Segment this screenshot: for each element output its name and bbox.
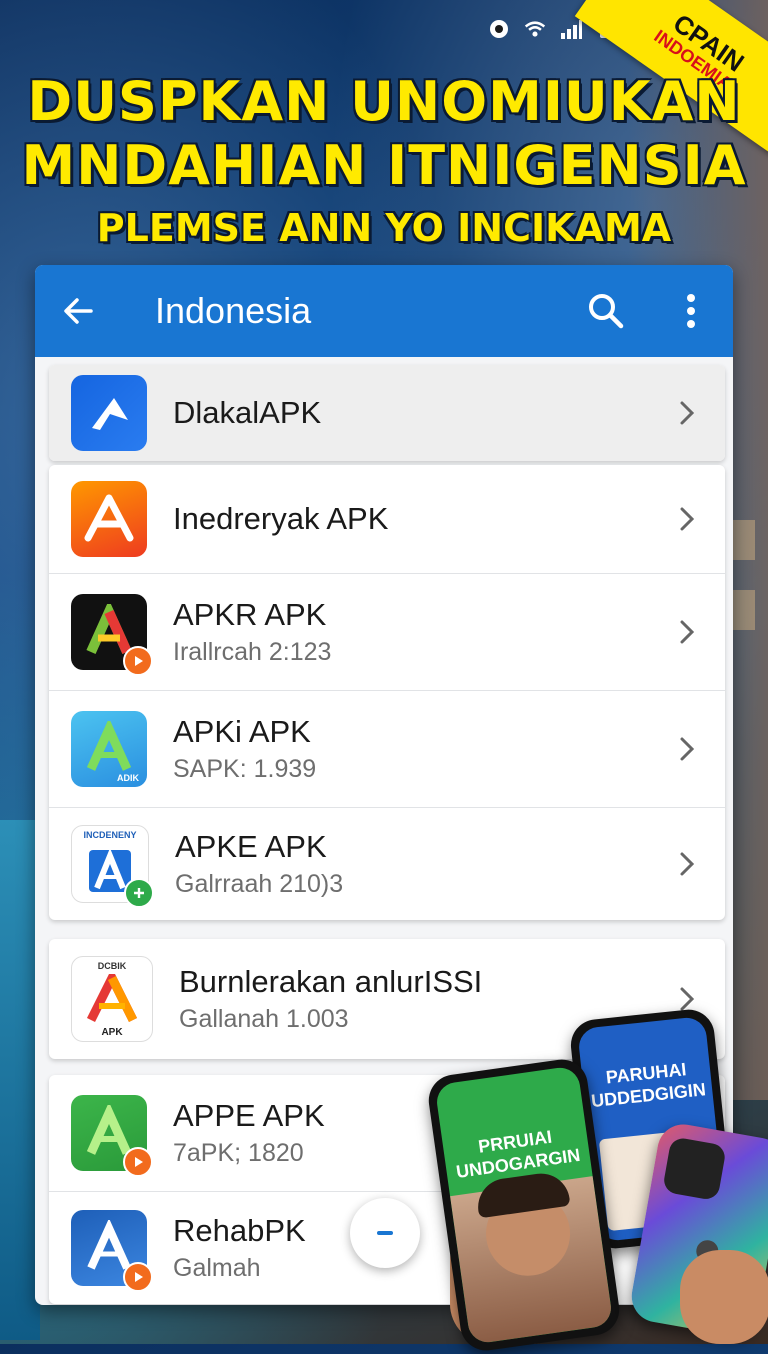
page-title: Indonesia	[155, 290, 312, 331]
app-card-1: DlakalAPK	[49, 365, 725, 461]
pool-decoration	[0, 820, 40, 1340]
notification-icon	[488, 18, 510, 40]
chevron-right-icon	[667, 851, 707, 877]
play-badge-icon	[123, 646, 153, 676]
play-badge-icon	[123, 1147, 153, 1177]
app-icon: DCBIK APK	[71, 956, 153, 1042]
app-card-2: Inedreryak APK APKR APK Irallrcah 2:123	[49, 465, 725, 920]
wifi-icon	[524, 18, 546, 40]
app-meta: SAPK: 1.939	[173, 755, 317, 783]
chevron-right-icon	[667, 506, 707, 532]
phone-left-text: PRRUIAI UNDOGARGIN	[454, 1126, 582, 1183]
add-badge-icon	[124, 878, 154, 908]
chevron-right-icon	[667, 619, 707, 645]
app-name: Burnlerakan anlurISSI	[179, 964, 483, 999]
chevron-right-icon	[667, 400, 707, 426]
app-icon: ADIK	[71, 711, 147, 787]
app-name: APKi APK	[173, 714, 311, 749]
chevron-right-icon	[667, 736, 707, 762]
more-vert-icon	[687, 294, 695, 328]
arrow-left-icon	[64, 298, 93, 324]
minus-icon	[377, 1231, 393, 1235]
app-name: Inedreryak APK	[173, 501, 389, 536]
phones-promo-image: PARUHAI UDDEDGIGIN PRRUIAI UNDOGARGIN	[425, 1007, 768, 1354]
headline: DUSPKAN UNOMIUKAN MNDAHIAN ITNIGENSIA PL…	[0, 70, 768, 254]
chevron-right-icon	[667, 986, 707, 1012]
signal-icon	[560, 18, 582, 40]
app-name: DlakalAPK	[173, 395, 322, 430]
more-options-button[interactable]	[679, 293, 703, 329]
app-icon	[71, 1095, 153, 1177]
app-icon	[71, 1210, 153, 1292]
app-icon	[71, 481, 147, 557]
floating-action-button[interactable]	[350, 1198, 420, 1268]
play-badge-icon	[123, 1262, 153, 1292]
list-item[interactable]: Inedreryak APK	[49, 465, 725, 574]
headline-line-3: PLEMSE ANN YO INCIKAMA	[96, 206, 672, 250]
headline-line-2: MNDAHIAN ITNIGENSIA	[21, 134, 747, 197]
app-icon	[71, 594, 153, 676]
phone-middle-text: PARUHAI UDDEDGIGIN	[590, 1059, 707, 1112]
app-name: APKE APK	[175, 829, 327, 864]
list-item[interactable]: ADIK APKi APK SAPK: 1.939	[49, 691, 725, 808]
hand-decoration-right	[680, 1250, 768, 1344]
list-item[interactable]: DlakalAPK	[49, 365, 725, 461]
apke-icon-label: INCDENENY	[83, 830, 137, 840]
list-item[interactable]: INCDENENY APKE APK Galrraah 210)3	[49, 808, 725, 920]
app-name: APKR APK	[173, 597, 327, 632]
search-icon	[589, 294, 624, 329]
apki-icon-label: ADIK	[117, 773, 139, 783]
burn-icon-bottom-label: APK	[101, 1027, 123, 1038]
burn-icon-top-label: DCBIK	[97, 961, 127, 971]
app-bar: Indonesia	[35, 265, 733, 357]
app-icon: INCDENENY	[71, 825, 154, 908]
app-meta: Irallrcah 2:123	[173, 638, 332, 666]
back-button[interactable]	[61, 294, 121, 328]
headline-line-1: DUSPKAN UNOMIUKAN	[27, 70, 741, 133]
list-item[interactable]: APKR APK Irallrcah 2:123	[49, 574, 725, 691]
search-button[interactable]	[587, 292, 631, 330]
app-meta: Galrraah 210)3	[175, 870, 344, 898]
app-icon	[71, 375, 147, 451]
